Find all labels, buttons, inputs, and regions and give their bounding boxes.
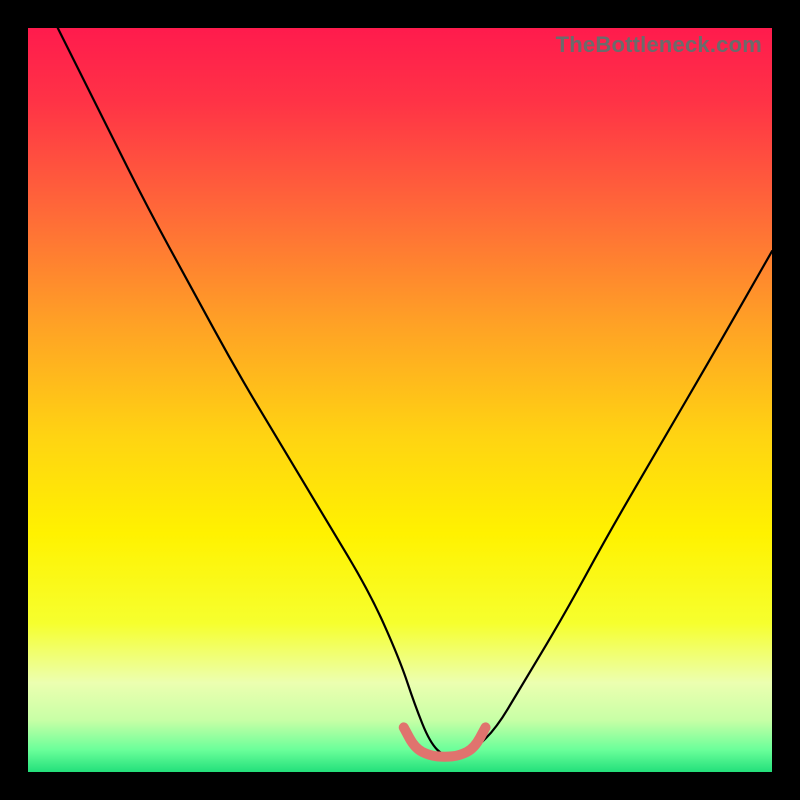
watermark-text: TheBottleneck.com <box>556 32 762 58</box>
green-zone-marker <box>404 727 486 756</box>
plot-area: TheBottleneck.com <box>28 28 772 772</box>
chart-curves <box>28 28 772 772</box>
bottleneck-curve <box>58 28 772 757</box>
chart-frame: TheBottleneck.com <box>0 0 800 800</box>
